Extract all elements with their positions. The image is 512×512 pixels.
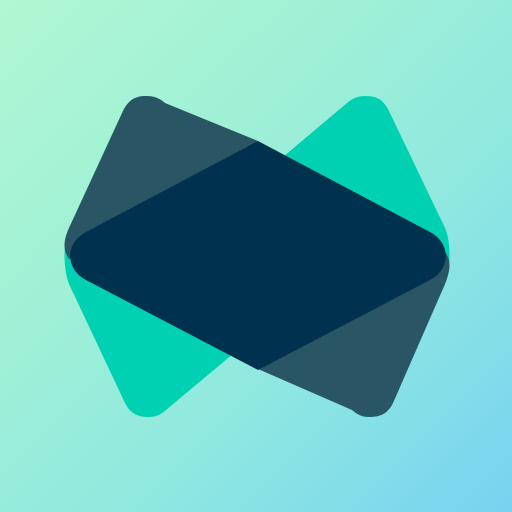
bowtie-logo-icon: [64, 96, 450, 417]
app-icon-canvas: [0, 0, 512, 512]
